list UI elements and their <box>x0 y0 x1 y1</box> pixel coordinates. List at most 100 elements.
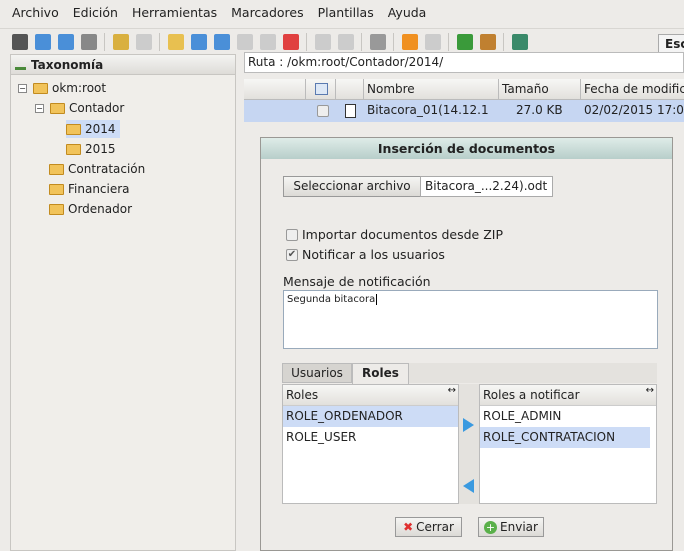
path-bar: Ruta : /okm:root/Contador/2014/ <box>244 52 684 73</box>
refresh-icon[interactable] <box>457 33 473 50</box>
download-icon[interactable] <box>35 33 51 50</box>
split-view-icon[interactable] <box>512 33 528 50</box>
folder-icon <box>33 82 48 94</box>
row-name[interactable]: Bitacora_01(14.12.1 <box>367 103 497 117</box>
search-tab[interactable]: Esc <box>658 34 684 54</box>
resize-icon[interactable]: ↔ <box>646 380 654 401</box>
toolbar-separator <box>393 32 394 51</box>
tab-bar: Usuarios Roles <box>282 363 657 384</box>
tree-item-ordenador[interactable]: Ordenador <box>49 200 132 218</box>
menu-bar: Archivo Edición Herramientas Marcadores … <box>0 0 684 25</box>
import-zip-checkbox[interactable] <box>286 228 298 241</box>
add-property-group-icon[interactable] <box>315 33 331 50</box>
tab-usuarios[interactable]: Usuarios <box>282 363 352 383</box>
menu-plantillas[interactable]: Plantillas <box>318 5 374 20</box>
toolbar-separator <box>448 32 449 51</box>
menu-ayuda[interactable]: Ayuda <box>388 5 427 20</box>
col-select[interactable] <box>244 79 306 100</box>
menu-herramientas[interactable]: Herramientas <box>132 5 217 20</box>
tree-item-contratacion[interactable]: Contratación <box>49 160 145 178</box>
find-icon[interactable] <box>12 33 28 50</box>
remove-property-group-icon[interactable] <box>338 33 354 50</box>
workflow-icon[interactable] <box>370 33 386 50</box>
document-icon <box>345 104 356 118</box>
tree-item-2014[interactable]: 2014 <box>66 120 120 138</box>
notify-role-item[interactable]: ROLE_CONTRATACION <box>480 427 650 448</box>
tree-label: 2014 <box>85 122 116 136</box>
row-size: 27.0 KB <box>516 103 563 117</box>
table-row[interactable]: Bitacora_01(14.12.1 27.0 KB 02/02/2015 1… <box>244 100 684 122</box>
arrow-right-icon[interactable] <box>463 418 474 432</box>
list-icon <box>315 83 328 95</box>
menu-marcadores[interactable]: Marcadores <box>231 5 304 20</box>
tree-item-contador[interactable]: − Contador <box>35 99 124 117</box>
tree-item-2015[interactable]: 2015 <box>66 140 116 158</box>
close-button[interactable]: ✖ Cerrar <box>395 517 462 537</box>
message-textarea[interactable]: Segunda bitacora <box>283 290 658 349</box>
col-type[interactable] <box>336 79 364 100</box>
toolbar <box>0 28 684 54</box>
message-text: Segunda bitacora <box>287 294 376 305</box>
col-fecha[interactable]: Fecha de modific <box>581 79 684 100</box>
row-date: 02/02/2015 17:0 <box>584 103 684 117</box>
tree-item-root[interactable]: − okm:root <box>18 79 106 97</box>
notify-header-label: Roles a notificar <box>483 388 580 402</box>
taxonomy-title: Taxonomía <box>31 58 104 72</box>
edit-icon[interactable] <box>214 33 230 50</box>
col-tamano[interactable]: Tamaño <box>499 79 581 100</box>
role-item[interactable]: ROLE_ORDENADOR <box>283 406 458 427</box>
delete-icon[interactable] <box>283 33 299 50</box>
folder-icon <box>50 102 65 114</box>
import-zip-option[interactable]: Importar documentos desde ZIP <box>286 227 503 242</box>
menu-edicion[interactable]: Edición <box>73 5 118 20</box>
message-label: Mensaje de notificación <box>283 274 431 289</box>
document-upload-dialog: Inserción de documentos Seleccionar arch… <box>260 137 673 551</box>
toolbar-separator <box>159 32 160 51</box>
roles-list: Roles ↔ ROLE_ORDENADOR ROLE_USER <box>282 384 459 504</box>
tree-label: okm:root <box>52 81 107 95</box>
menu-archivo[interactable]: Archivo <box>12 5 59 20</box>
tab-roles[interactable]: Roles <box>352 363 409 384</box>
arrow-left-icon[interactable] <box>463 479 474 493</box>
taxonomy-panel: Taxonomía − okm:root − Contador 2014 2015 … <box>10 54 236 551</box>
resize-icon[interactable]: ↔ <box>448 380 456 401</box>
lock-icon[interactable] <box>113 33 129 50</box>
add-document-icon[interactable] <box>191 33 207 50</box>
print-icon[interactable] <box>81 33 97 50</box>
add-icon: + <box>484 520 498 534</box>
checkin-icon[interactable] <box>260 33 276 50</box>
table-header: Nombre Tamaño Fecha de modific <box>244 79 684 100</box>
home-icon[interactable] <box>480 33 496 50</box>
unlock-icon[interactable] <box>136 33 152 50</box>
collapse-icon[interactable]: − <box>18 83 27 93</box>
download-pdf-icon[interactable] <box>58 33 74 50</box>
tree-label: Ordenador <box>68 202 133 216</box>
collapse-icon[interactable]: − <box>35 103 44 113</box>
folder-icon <box>66 143 81 155</box>
row-checkbox[interactable] <box>317 105 329 117</box>
new-folder-icon[interactable] <box>168 33 184 50</box>
taxonomy-icon <box>15 60 26 70</box>
col-nombre[interactable]: Nombre <box>364 79 499 100</box>
tree-label: Financiera <box>68 182 130 196</box>
checkout-icon[interactable] <box>237 33 253 50</box>
roles-header: Roles ↔ <box>283 385 458 406</box>
tree-item-financiera[interactable]: Financiera <box>49 180 130 198</box>
notify-users-option[interactable]: ✔ Notificar a los usuarios <box>286 247 445 262</box>
toolbar-separator <box>104 32 105 51</box>
toolbar-separator <box>503 32 504 51</box>
send-label: Enviar <box>500 520 538 534</box>
notify-users-checkbox[interactable]: ✔ <box>286 248 298 261</box>
remove-subscription-icon[interactable] <box>425 33 441 50</box>
roles-header-label: Roles <box>286 388 319 402</box>
notify-role-item[interactable]: ROLE_ADMIN <box>480 406 656 427</box>
col-massive[interactable] <box>306 79 336 100</box>
file-name-field[interactable]: Bitacora_...2.24).odt <box>420 176 553 197</box>
send-button[interactable]: + Enviar <box>478 517 544 537</box>
select-file-button[interactable]: Seleccionar archivo <box>283 176 421 197</box>
role-item[interactable]: ROLE_USER <box>283 427 458 448</box>
taxonomy-header: Taxonomía <box>11 55 235 75</box>
notify-roles-list: Roles a notificar ↔ ROLE_ADMIN ROLE_CONTR… <box>479 384 657 504</box>
folder-icon <box>49 163 64 175</box>
add-subscription-icon[interactable] <box>402 33 418 50</box>
